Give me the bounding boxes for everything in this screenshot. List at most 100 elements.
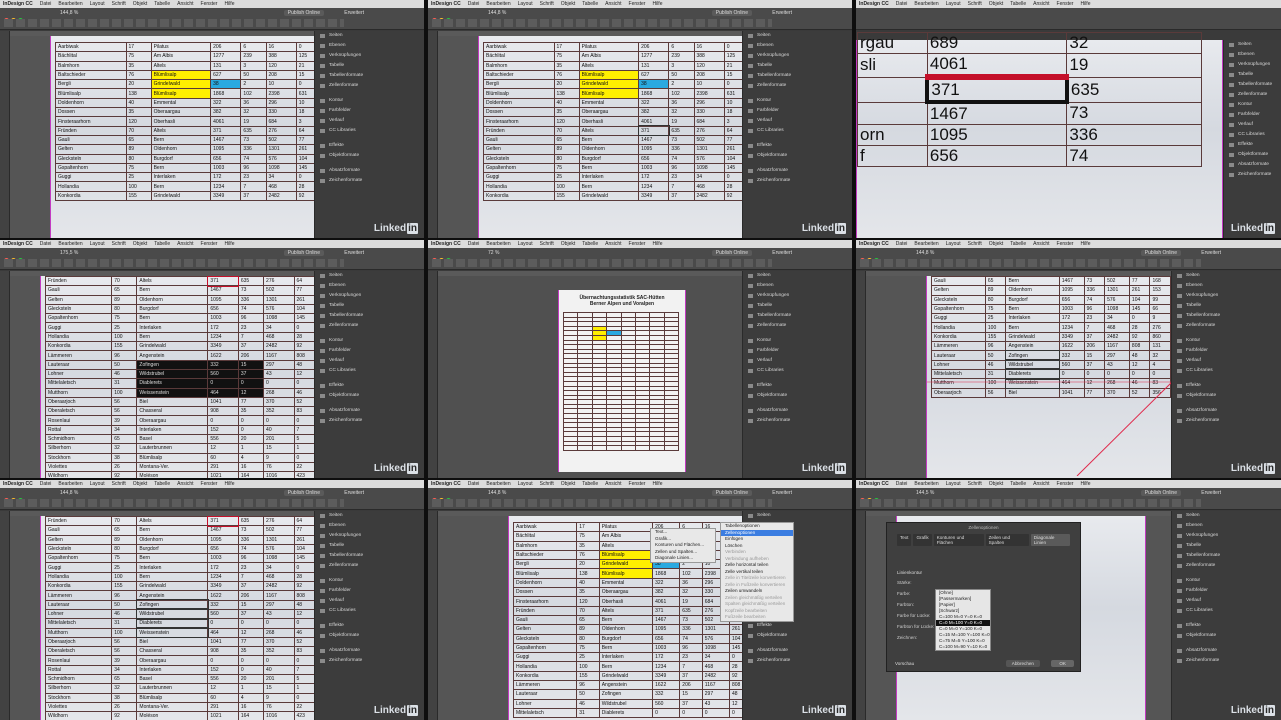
table-cell[interactable]: Oldenhorn (598, 624, 654, 635)
panel-cclibraries[interactable]: CC Libraries (743, 126, 852, 136)
table-cell[interactable]: Altels (598, 605, 654, 616)
table-cell[interactable]: 502 (693, 134, 725, 146)
table-cell[interactable]: 19 (679, 596, 703, 607)
table-cell[interactable]: 0 (263, 415, 295, 426)
table-cell[interactable]: Oberaarjoch (44, 396, 113, 408)
menu-objekt[interactable]: Objekt (989, 1, 1003, 7)
table-cell[interactable]: Lämmeren (512, 680, 578, 691)
table-cell[interactable]: 502 (263, 285, 295, 296)
table-cell[interactable]: 502 (263, 525, 295, 536)
table-cell[interactable]: Moléson (136, 711, 209, 720)
table-cell[interactable]: 208 (693, 69, 725, 81)
table-cell[interactable]: Glecksteln (483, 153, 555, 164)
table-cell[interactable]: Lohner (44, 608, 113, 620)
table-cell[interactable]: 60 (207, 692, 239, 703)
table-cell[interactable]: Fründen (44, 275, 113, 287)
document-canvas[interactable]: Gauli 65 Bern 1467 73 502 77 168 Gelten 89 Oldenho… (866, 275, 1181, 478)
workspace-switcher[interactable]: Erweitert (344, 10, 364, 16)
table-cell[interactable]: Interlaken (578, 172, 640, 183)
panel-tabelle[interactable]: Tabelle (315, 61, 424, 71)
table-cell[interactable]: 336 (240, 144, 267, 155)
workspace-switcher[interactable]: Erweitert (1201, 490, 1221, 496)
table-cell[interactable]: 96 (111, 590, 138, 601)
menu-ansicht[interactable]: Ansicht (1033, 481, 1049, 487)
table-cell[interactable]: Wildstrubel (135, 608, 209, 620)
table-cell[interactable]: 1234 (652, 661, 681, 672)
table-cell[interactable]: Gspaltenhorn (55, 162, 127, 174)
panel-zeichenformate[interactable]: Zeichenformate (315, 656, 424, 666)
table-cell[interactable]: 908 (207, 406, 239, 417)
table-cell[interactable]: 371 (925, 74, 1068, 104)
panel-objektformate[interactable]: Objektformate (743, 151, 852, 161)
panel-kontur[interactable]: Kontur (1172, 336, 1281, 346)
table-cell[interactable]: Finsteraarhorn (55, 116, 127, 127)
table-cell[interactable]: 15 (237, 599, 265, 610)
table-cell[interactable]: 92 (111, 711, 138, 720)
table-cell[interactable]: Bern (136, 571, 209, 583)
table-cell[interactable]: Schmidhorn (44, 674, 113, 685)
table-cell[interactable]: 34 (263, 562, 295, 573)
panel-farbfelder[interactable]: Farbfelder (1172, 346, 1281, 356)
panel-farbfelder[interactable]: Farbfelder (743, 106, 852, 116)
menu-hilfe[interactable]: Hilfe (224, 1, 234, 7)
table-cell[interactable]: 296 (265, 97, 297, 109)
table-cell[interactable]: Bern (136, 525, 209, 536)
table-cell[interactable]: Chasseral (136, 406, 209, 417)
table-cell[interactable]: 26 (111, 461, 138, 473)
table-cell[interactable]: 656 (652, 633, 681, 644)
table-cell[interactable]: Bern (578, 134, 640, 146)
table-cell[interactable]: Lauteraar (44, 359, 113, 370)
table-cell[interactable]: 276 (265, 125, 297, 136)
table-cell[interactable]: Gspaltenhorn (483, 162, 555, 174)
panel-zellenformate[interactable]: Zellenformate (743, 321, 852, 331)
table-cell[interactable]: Bern (150, 181, 212, 192)
table-cell[interactable]: 3349 (638, 190, 670, 202)
table-cell[interactable]: 70 (576, 605, 600, 616)
table-cell[interactable]: Dossen (512, 587, 578, 598)
table-cell[interactable]: 50 (240, 69, 267, 81)
menu-schrift[interactable]: Schrift (968, 241, 982, 247)
table-cell[interactable]: Guggi (44, 562, 113, 573)
table-cell[interactable]: 656 (207, 303, 239, 315)
panel-ebenen[interactable]: Ebenen (743, 41, 852, 51)
table-cell[interactable]: Grindelwald (150, 190, 212, 202)
table-cell[interactable]: 4061 (926, 53, 1068, 78)
menu-objekt[interactable]: Objekt (133, 1, 147, 7)
submenu-item[interactable]: Fußzeile bearbeiten (721, 614, 793, 621)
table-cell[interactable]: 172 (638, 172, 670, 183)
tools-panel[interactable] (428, 511, 438, 720)
table-cell[interactable]: 336 (679, 624, 703, 635)
menu-objekt[interactable]: Objekt (989, 481, 1003, 487)
table-cell[interactable]: 155 (576, 670, 600, 682)
table-cell[interactable]: Altels (136, 275, 209, 287)
table-cell[interactable]: 96 (240, 162, 267, 174)
table-cell[interactable]: 468 (263, 571, 295, 583)
zoom-level[interactable]: 144,8 % (488, 10, 506, 16)
panel-zellenformate[interactable]: Zellenformate (1172, 321, 1281, 331)
table-cell[interactable]: 1622 (207, 590, 239, 601)
table-cell[interactable]: 10 (693, 79, 725, 90)
table-cell[interactable]: 4061 (638, 116, 670, 127)
table-cell[interactable]: Lohner (44, 368, 113, 380)
menu-fenster[interactable]: Fenster (201, 481, 218, 487)
table-cell[interactable]: Fründen (55, 125, 127, 136)
table-cell[interactable]: Gauli (512, 614, 578, 626)
table-cell[interactable]: 322 (638, 97, 670, 109)
table-cell[interactable]: 656 (210, 153, 242, 164)
table-cell[interactable]: 37 (237, 368, 265, 380)
table-cell[interactable]: 464 (207, 627, 239, 638)
panel-verknpfungen[interactable]: Verknüpfungen (1224, 60, 1281, 70)
panel-objektformate[interactable]: Objektformate (1172, 391, 1281, 401)
table-cell[interactable]: 1167 (263, 350, 295, 361)
panel-objektformate[interactable]: Objektformate (743, 631, 852, 641)
table-cell[interactable]: Interlaken (136, 322, 209, 333)
panel-tabelle[interactable]: Tabelle (315, 301, 424, 311)
table-cell[interactable]: Grindelwald (598, 559, 654, 570)
panel-kontur[interactable]: Kontur (1172, 576, 1281, 586)
zoom-level[interactable]: 72 % (488, 250, 499, 256)
panel-effekte[interactable]: Effekte (1172, 381, 1281, 391)
table-cell[interactable]: 7 (237, 331, 265, 343)
table-cell[interactable]: Gspaltenhorn (44, 553, 113, 564)
panel-objektformate[interactable]: Objektformate (315, 391, 424, 401)
panel-tabellenformate[interactable]: Tabellenformate (315, 311, 424, 321)
